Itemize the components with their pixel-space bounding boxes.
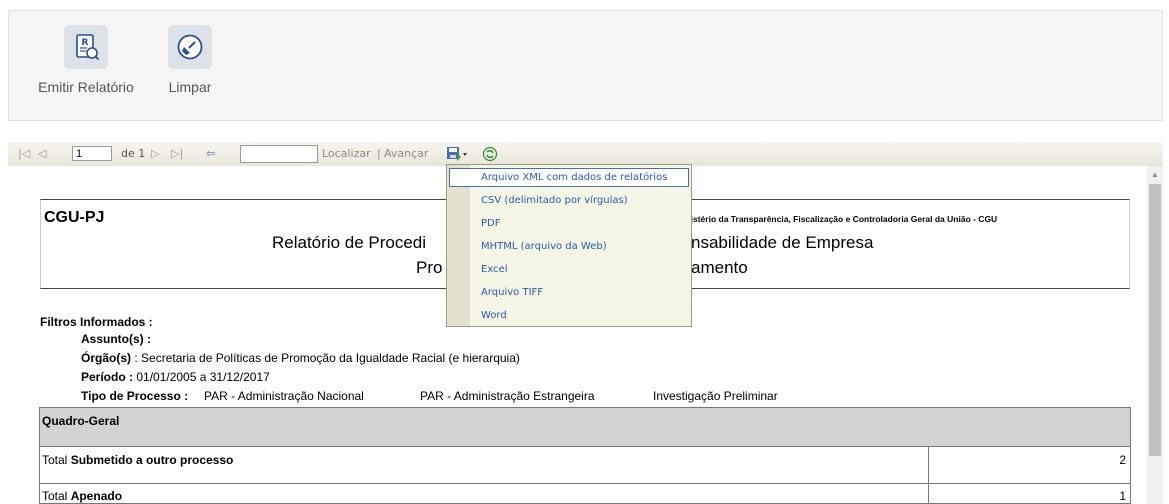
action-panel: R Emitir Relatório Limpar (8, 10, 1163, 121)
orgao-filter: Órgão(s) : Secretaria de Políticas de Pr… (81, 351, 520, 365)
row-label: Total Submetido a outro processo (42, 453, 233, 467)
tipo-label: Tipo de Processo : (81, 389, 189, 403)
clear-button[interactable]: Limpar (157, 25, 223, 95)
table-column-divider (928, 446, 929, 504)
report-subtitle-left: Pro (416, 258, 443, 277)
org-code: CGU-PJ (44, 209, 105, 226)
menu-item-tiff[interactable]: Arquivo TIFF (481, 287, 543, 298)
section-title: Quadro-Geral (42, 414, 120, 428)
scrollbar-thumb[interactable] (1149, 184, 1161, 456)
refresh-icon[interactable] (482, 146, 498, 165)
previous-page-icon[interactable]: ◁ (38, 146, 46, 162)
find-next-link[interactable]: Avançar (384, 146, 428, 162)
first-page-icon[interactable]: |◁ (18, 146, 30, 162)
page-count: de 1 (121, 147, 146, 160)
clear-label: Limpar (168, 79, 212, 95)
tipo-value-2: PAR - Administração Estrangeira (420, 389, 595, 403)
orgao-label: Órgão(s) (81, 351, 132, 365)
find-input[interactable] (240, 145, 318, 163)
next-page-icon[interactable]: ▷ (151, 146, 159, 162)
export-menu: Arquivo XML com dados de relatórios CSV … (446, 164, 692, 327)
row-label-text: Apenado (70, 489, 123, 503)
row-value: 2 (1119, 453, 1126, 467)
report-title-right: nsabilidade de Empresa (691, 233, 874, 252)
page-number-input[interactable] (72, 146, 112, 161)
menu-item-xml[interactable]: Arquivo XML com dados de relatórios (481, 172, 667, 183)
row-value: 1 (1119, 489, 1126, 503)
menu-icon-strip (447, 165, 470, 326)
filters-label: Filtros Informados : (40, 315, 153, 329)
row-label: Total Apenado (42, 489, 122, 503)
last-page-icon[interactable]: ▷| (171, 146, 183, 162)
tipo-value-1: PAR - Administração Nacional (204, 389, 364, 403)
ministry-name: Ministério da Transparência, Fiscalizaçã… (676, 214, 998, 224)
broom-icon (168, 25, 212, 69)
toolbar-separator: | (377, 147, 381, 160)
emit-report-button[interactable]: R Emitir Relatório (31, 25, 141, 95)
back-icon[interactable]: ⇦ (206, 146, 215, 162)
menu-item-mhtml[interactable]: MHTML (arquivo da Web) (481, 241, 607, 252)
menu-item-csv[interactable]: CSV (delimitado por vírgulas) (481, 195, 628, 206)
svg-text:R: R (82, 38, 89, 48)
row-prefix: Total (42, 453, 71, 467)
find-link[interactable]: Localizar (322, 146, 371, 162)
menu-item-pdf[interactable]: PDF (481, 218, 500, 229)
orgao-value: : Secretaria de Políticas de Promoção da… (131, 351, 520, 365)
menu-item-excel[interactable]: Excel (481, 264, 508, 275)
tipo-value-3: Investigação Preliminar (653, 389, 778, 403)
periodo-label: Período : (81, 370, 134, 384)
periodo-filter: Período : 01/01/2005 a 31/12/2017 (81, 370, 270, 384)
row-label-text: Submetido a outro processo (70, 453, 234, 467)
report-title-left: Relatório de Procedi (272, 233, 427, 252)
scroll-up-arrow-icon[interactable]: ▲ (1151, 170, 1159, 179)
assunto-label: Assunto(s) : (81, 332, 151, 346)
section-header-row (40, 408, 1130, 447)
export-save-icon[interactable] (446, 145, 468, 166)
periodo-value: 01/01/2005 a 31/12/2017 (133, 370, 270, 384)
menu-item-word[interactable]: Word (481, 310, 507, 321)
row-prefix: Total (42, 489, 71, 503)
emit-report-label: Emitir Relatório (38, 79, 134, 95)
report-subtitle-right: amento (691, 258, 748, 277)
report-icon: R (64, 25, 108, 69)
